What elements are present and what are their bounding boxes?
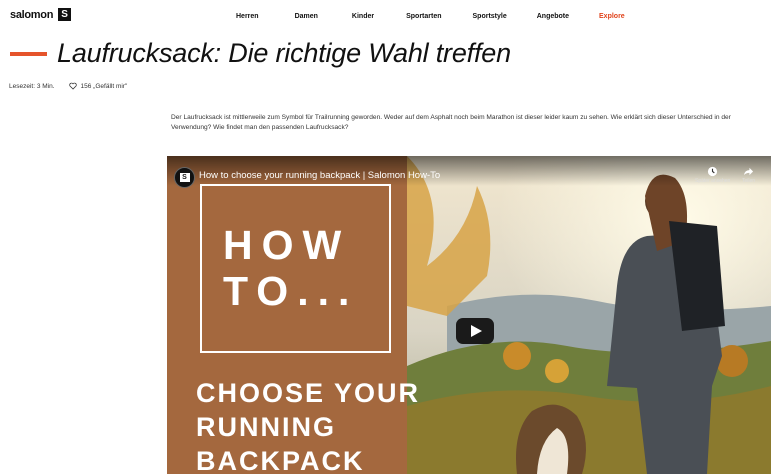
- page-title-row: Laufrucksack: Die richtige Wahl treffen: [10, 38, 511, 69]
- nav-item-herren[interactable]: Herren: [236, 13, 259, 20]
- nav-item-kinder[interactable]: Kinder: [352, 13, 374, 20]
- play-button[interactable]: [456, 318, 494, 344]
- video-player[interactable]: S How to choose your running backpack | …: [167, 156, 771, 474]
- video-thumbnail-scene: [407, 156, 771, 474]
- title-accent-dash: [10, 51, 47, 56]
- howto-text: HOW TO...: [223, 222, 358, 314]
- watch-later-label: Später ansehen: [695, 178, 731, 184]
- heart-icon: [68, 82, 77, 90]
- howto-line-2: TO...: [223, 268, 359, 314]
- play-icon: [471, 325, 482, 337]
- nav-item-sportstyle[interactable]: Sportstyle: [473, 13, 507, 20]
- share-button[interactable]: Teilen: [742, 166, 755, 184]
- clock-icon: [708, 166, 718, 177]
- video-title[interactable]: How to choose your running backpack | Sa…: [199, 170, 440, 181]
- main-nav: Herren Damen Kinder Sportarten Sportstyl…: [236, 13, 625, 20]
- share-label: Teilen: [742, 178, 756, 184]
- channel-avatar[interactable]: S: [174, 167, 195, 188]
- video-headline: CHOOSE YOUR RUNNING BACKPACK: [196, 376, 420, 474]
- nav-item-sportarten[interactable]: Sportarten: [406, 13, 441, 20]
- nav-item-angebote[interactable]: Angebote: [537, 13, 569, 20]
- read-time: Lesezeit: 3 Min.: [9, 82, 55, 90]
- salomon-logo[interactable]: salomon S: [10, 8, 72, 21]
- headline-line-1: CHOOSE YOUR: [196, 378, 421, 408]
- likes-count: 156 „Gefällt mir": [80, 82, 128, 90]
- article-intro: Der Laufrucksack ist mittlerweile zum Sy…: [171, 113, 771, 133]
- article-meta: Lesezeit: 3 Min. 156 „Gefällt mir": [9, 82, 127, 90]
- page-title: Laufrucksack: Die richtige Wahl treffen: [57, 38, 511, 68]
- nav-item-damen[interactable]: Damen: [295, 13, 318, 20]
- headline-line-3: BACKPACK: [196, 446, 365, 474]
- share-icon: [743, 167, 754, 176]
- logo-mark: S: [58, 8, 72, 21]
- intro-text: Der Laufrucksack ist mittlerweile zum Sy…: [171, 114, 731, 131]
- nav-item-explore[interactable]: Explore: [599, 13, 625, 20]
- logo-wordmark: salomon: [10, 8, 54, 21]
- channel-logo-mark: S: [179, 173, 190, 182]
- like-button[interactable]: 156 „Gefällt mir": [68, 82, 128, 90]
- headline-line-2: RUNNING: [196, 412, 336, 442]
- howto-line-1: HOW: [223, 222, 351, 268]
- watch-later-button[interactable]: Später ansehen: [695, 166, 730, 184]
